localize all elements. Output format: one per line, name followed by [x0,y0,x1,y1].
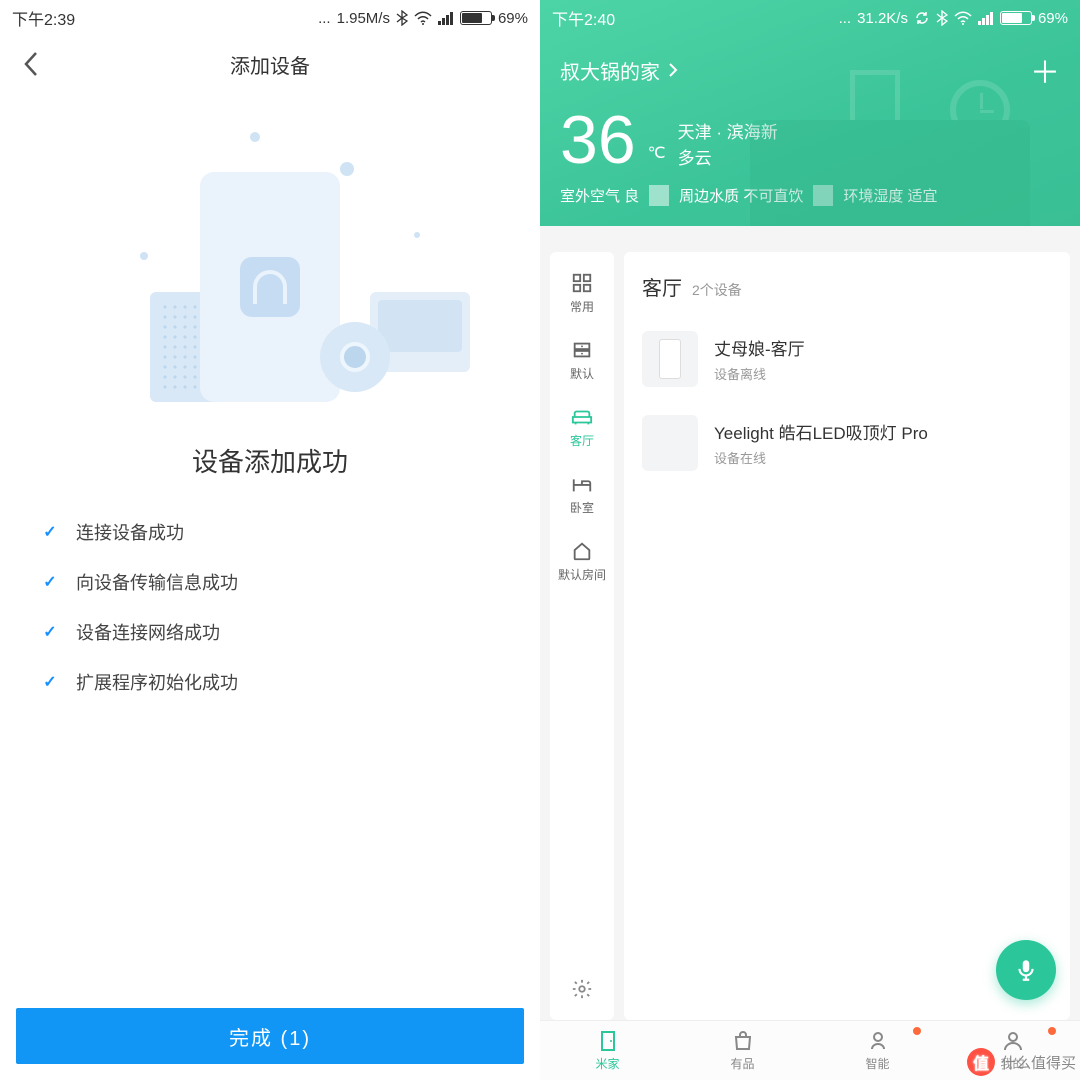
step-list: ✓ 连接设备成功 ✓ 向设备传输信息成功 ✓ 设备连接网络成功 ✓ 扩展程序初始… [0,519,540,695]
device-name: Yeelight 皓石LED吸顶灯 Pro [714,419,928,444]
device-item[interactable]: 丈母娘-客厅 设备离线 [642,317,1052,401]
notification-dot [913,1027,921,1035]
step-item: ✓ 设备连接网络成功 [40,619,500,645]
bag-icon [731,1029,755,1053]
title-bar: 添加设备 [0,36,540,92]
chip-icon [866,1029,890,1053]
step-item: ✓ 向设备传输信息成功 [40,569,500,595]
chevron-right-icon [668,62,678,78]
device-name: 丈母娘-客厅 [714,335,805,360]
room-title: 客厅 [642,272,682,301]
device-item[interactable]: Yeelight 皓石LED吸顶灯 Pro 设备在线 [642,401,1052,485]
nav-default[interactable]: 默认 [550,331,614,390]
sofa-icon [571,406,593,428]
net-speed: 31.2K/s [857,10,908,27]
house-icon [571,540,593,562]
grid-icon [571,272,593,294]
device-panel: 客厅 2个设备 丈母娘-客厅 设备离线 Yeelight 皓石LED吸顶灯 Pr… [624,252,1070,1020]
page-title: 添加设备 [230,50,310,79]
room-nav: 常用 默认 客厅 卧室 默认房间 [550,252,614,1020]
nav-bedroom[interactable]: 卧室 [550,465,614,524]
left-screen: 下午2:39 ... 1.95M/s 69% 添加设备 设备添加成功 ✓ [0,0,540,1080]
bed-icon [571,473,593,495]
status-bar: 下午2:39 ... 1.95M/s 69% [0,0,540,36]
device-count: 2个设备 [692,280,742,300]
status-time: 下午2:39 [12,6,75,30]
device-status: 设备在线 [714,448,928,467]
home-header: 下午2:40 ... 31.2K/s 69% 叔大锅的家 [540,0,1080,226]
home-body: 常用 默认 客厅 卧室 默认房间 客厅 [540,252,1080,1020]
step-item: ✓ 扩展程序初始化成功 [40,669,500,695]
tab-youpin[interactable]: 有品 [675,1021,810,1080]
watermark: 值 什么值得买 [967,1048,1076,1076]
door-icon [596,1029,620,1053]
bluetooth-icon [396,10,408,26]
sync-icon [914,10,930,26]
nav-frequent[interactable]: 常用 [550,264,614,323]
battery-pct: 69% [498,10,528,27]
battery-pct: 69% [1038,10,1068,27]
step-item: ✓ 连接设备成功 [40,519,500,545]
mic-icon [1013,957,1039,983]
status-bar: 下午2:40 ... 31.2K/s 69% [540,0,1080,36]
status-time: 下午2:40 [552,6,615,30]
status-icons: ... 1.95M/s 69% [318,10,528,27]
check-icon: ✓ [40,522,60,542]
temp-unit: ℃ [648,143,666,163]
complete-button[interactable]: 完成 (1) [16,1008,524,1064]
device-thumb [642,331,698,387]
nav-livingroom[interactable]: 客厅 [550,398,614,457]
watermark-badge: 值 [967,1048,995,1076]
check-icon: ✓ [40,572,60,592]
device-thumb [642,415,698,471]
device-illustration [110,132,430,412]
signal-icon [978,11,994,25]
battery-icon [460,11,492,25]
success-title: 设备添加成功 [0,442,540,479]
nav-defaultroom[interactable]: 默认房间 [550,532,614,591]
check-icon: ✓ [40,672,60,692]
notification-dot [1048,1027,1056,1035]
battery-icon [1000,11,1032,25]
right-screen: 下午2:40 ... 31.2K/s 69% 叔大锅的家 [540,0,1080,1080]
wifi-icon [414,11,432,25]
drawer-icon [571,339,593,361]
temperature: 36 [560,110,636,171]
wifi-icon [954,11,972,25]
bluetooth-icon [936,10,948,26]
header-decoration [710,60,1070,226]
nav-settings[interactable] [550,970,614,1008]
net-speed: 1.95M/s [337,10,390,27]
check-icon: ✓ [40,622,60,642]
gear-icon [571,978,593,1000]
home-selector[interactable]: 叔大锅的家 [560,56,678,85]
tab-smart[interactable]: 智能 [810,1021,945,1080]
voice-fab[interactable] [996,940,1056,1000]
signal-icon [438,11,454,25]
back-button[interactable] [16,49,46,79]
status-icons: ... 31.2K/s 69% [839,10,1068,27]
device-status: 设备离线 [714,364,805,383]
tab-mihome[interactable]: 米家 [540,1021,675,1080]
